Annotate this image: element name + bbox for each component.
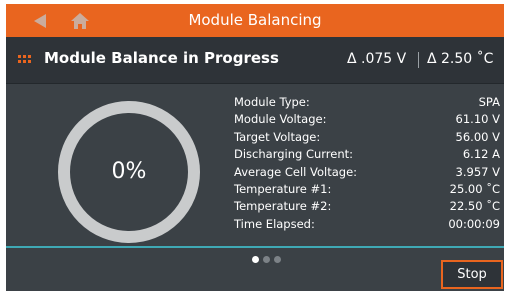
delta-divider <box>418 52 419 68</box>
detail-row: Temperature #2: 22.50 ˚C <box>234 198 500 215</box>
detail-label: Discharging Current: <box>234 147 354 162</box>
detail-value: 25.00 ˚C <box>449 181 500 196</box>
detail-label: Target Voltage: <box>234 129 321 144</box>
detail-row: Module Type: SPA <box>234 94 500 111</box>
detail-row: Module Voltage: 61.10 V <box>234 111 500 128</box>
detail-label: Time Elapsed: <box>234 216 315 231</box>
detail-row: Discharging Current: 6.12 A <box>234 146 500 163</box>
detail-row: Target Voltage: 56.00 V <box>234 129 500 146</box>
balancing-screen: Module Balancing Module Balance in Progr… <box>6 4 504 291</box>
delta-voltage: Δ .075 V <box>347 51 407 67</box>
detail-value: 22.50 ˚C <box>449 199 500 214</box>
stop-button[interactable]: Stop <box>441 260 503 289</box>
detail-label: Module Type: <box>234 95 310 109</box>
delta-temperature: Δ 2.50 ˚C <box>427 51 494 67</box>
detail-value: 00:00:09 <box>448 216 500 231</box>
detail-row: Time Elapsed: 00:00:09 <box>234 216 500 233</box>
detail-value: 56.00 V <box>455 129 500 144</box>
detail-value: 6.12 A <box>462 147 500 162</box>
page-title: Module Balancing <box>188 11 322 29</box>
detail-value: 3.957 V <box>455 164 500 179</box>
page-dot[interactable] <box>263 256 270 263</box>
page-dot[interactable] <box>252 256 259 263</box>
balance-status-icon <box>18 55 32 65</box>
detail-row: Average Cell Voltage: 3.957 V <box>234 164 500 181</box>
detail-value: 61.10 V <box>455 112 500 127</box>
status-text: Module Balance in Progress <box>44 49 279 67</box>
title-bar: Module Balancing <box>6 4 504 37</box>
module-details: Module Type: SPA Module Voltage: 61.10 V Tar… <box>234 94 500 233</box>
detail-label: Temperature #2: <box>234 199 332 214</box>
detail-label: Average Cell Voltage: <box>234 164 358 179</box>
detail-label: Module Voltage: <box>234 112 327 127</box>
progress-percent: 0% <box>111 159 147 184</box>
detail-label: Temperature #1: <box>234 181 332 196</box>
detail-row: Temperature #1: 25.00 ˚C <box>234 181 500 198</box>
status-header: Module Balance in Progress Δ .075 V Δ 2.… <box>6 37 504 84</box>
detail-value: SPA <box>478 95 500 109</box>
divider-line <box>6 246 504 248</box>
page-dot[interactable] <box>274 256 281 263</box>
